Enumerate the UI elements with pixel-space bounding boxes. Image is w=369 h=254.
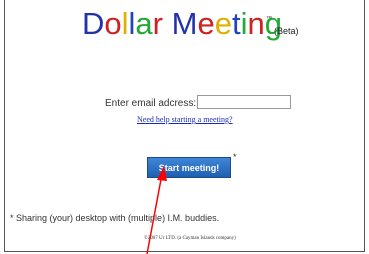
logo-letter: e bbox=[197, 6, 215, 41]
logo-letter: r bbox=[152, 6, 163, 41]
logo-letter: e bbox=[214, 6, 232, 41]
logo-letter: t bbox=[231, 6, 241, 41]
start-meeting-button[interactable]: Start meeting! bbox=[147, 157, 231, 178]
logo-letter: a bbox=[135, 6, 153, 41]
email-label: Enter email adcress: bbox=[105, 98, 197, 109]
dollar-meeting-logo: Dollar Meeting bbox=[82, 6, 282, 42]
trademark-mark: ™ bbox=[266, 16, 272, 22]
email-input[interactable] bbox=[197, 95, 291, 109]
logo-letter: D bbox=[82, 6, 105, 41]
footnote-text: * Sharing (your) desktop with (multiple)… bbox=[10, 213, 220, 223]
logo-letter: l bbox=[121, 6, 129, 41]
logo-letter bbox=[163, 6, 172, 42]
copyright-text: ©2007 Ur LTD. (a Cayman Islands company) bbox=[144, 236, 236, 241]
button-footnote-asterisk: * bbox=[233, 152, 237, 162]
logo-letter: n bbox=[247, 6, 265, 41]
beta-label: (Beta) bbox=[274, 26, 299, 36]
logo-letter: g bbox=[264, 6, 282, 41]
logo-letter: o bbox=[104, 6, 122, 41]
logo-letter: M bbox=[171, 6, 198, 41]
logo-letter: i bbox=[240, 6, 248, 41]
help-link[interactable]: Need help starting a meeting? bbox=[137, 115, 233, 124]
logo-letter: l bbox=[128, 6, 136, 41]
